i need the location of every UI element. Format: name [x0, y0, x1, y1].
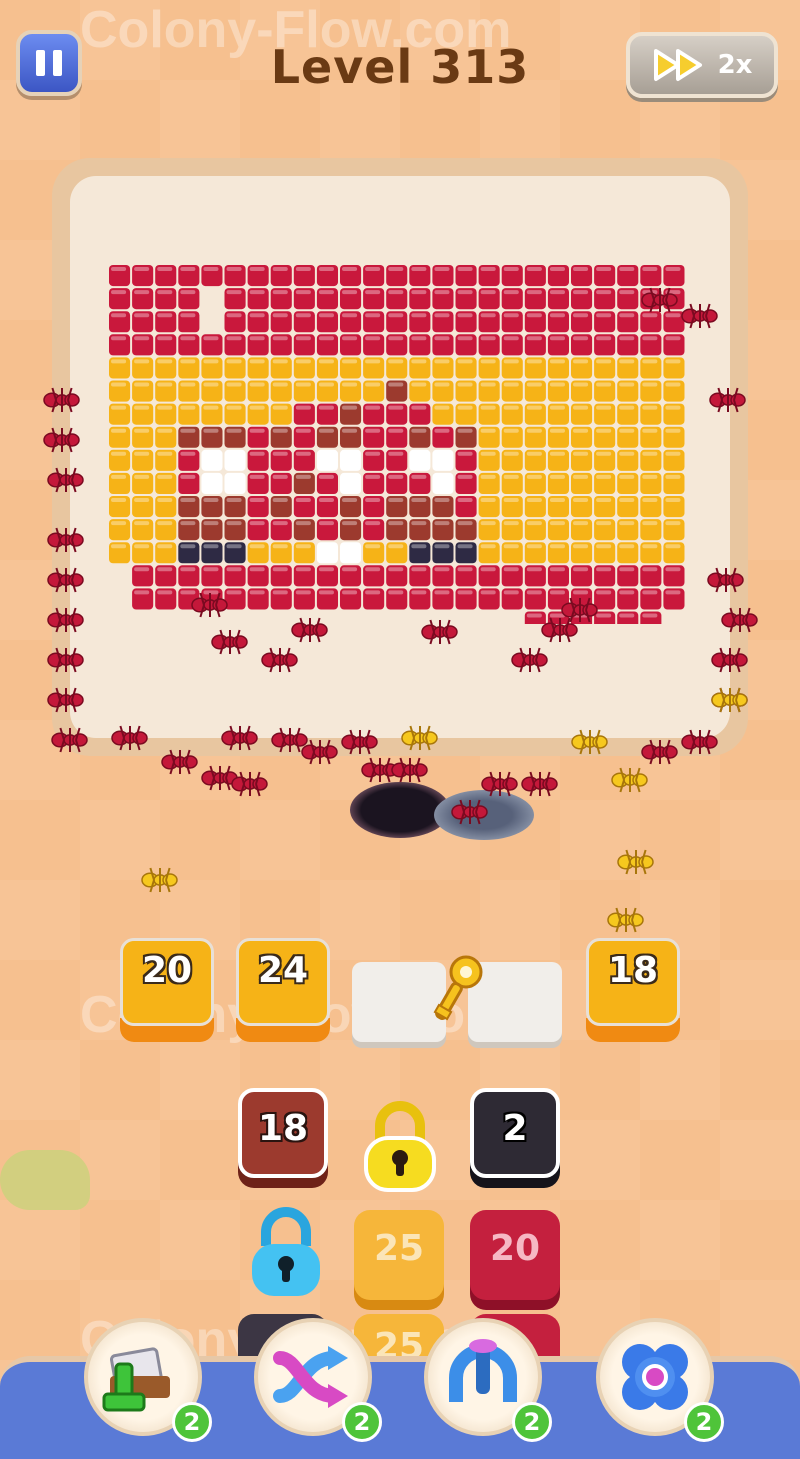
- ant-icon: [641, 287, 678, 313]
- ant-icon: [681, 303, 718, 329]
- ant-icon: [401, 725, 438, 751]
- ant-icon: [641, 739, 678, 765]
- ant-icon: [421, 619, 458, 645]
- ant-icon: [707, 567, 744, 593]
- ant-icon: [161, 749, 198, 775]
- ant-icon: [611, 767, 648, 793]
- ant-icon: [571, 729, 608, 755]
- ant-icon: [711, 687, 748, 713]
- ant-icon: [521, 771, 558, 797]
- ant-icon: [721, 607, 758, 633]
- ant-icon: [47, 567, 84, 593]
- ant-icon: [607, 907, 644, 933]
- booster-count-badge: 2: [512, 1402, 552, 1442]
- queue-block[interactable]: 2: [470, 1088, 560, 1178]
- slot-count: 20: [141, 950, 193, 991]
- ant-icon: [617, 849, 654, 875]
- ant-icon: [47, 647, 84, 673]
- ant-icon: [43, 387, 80, 413]
- ant-icon: [221, 725, 258, 751]
- ant-icon: [51, 727, 88, 753]
- ant-icon: [341, 729, 378, 755]
- ant-icon: [541, 617, 578, 643]
- ant-icon: [211, 629, 248, 655]
- ant-icon: [451, 799, 488, 825]
- ant-icon: [47, 467, 84, 493]
- key-icon: [433, 955, 483, 1021]
- ant-icon: [271, 727, 308, 753]
- ant-icon: [47, 687, 84, 713]
- ant-icon: [301, 739, 338, 765]
- queue-block[interactable]: 20: [470, 1210, 560, 1300]
- ant-icon: [191, 592, 228, 618]
- ant-icon: [511, 647, 548, 673]
- padlock-icon[interactable]: [360, 1100, 440, 1194]
- padlock-icon[interactable]: [246, 1206, 326, 1300]
- ant-icon: [47, 607, 84, 633]
- booster-count-badge: 2: [342, 1402, 382, 1442]
- ant-icon: [111, 725, 148, 751]
- leaf-decoration: [0, 1150, 90, 1210]
- booster-count-badge: 2: [684, 1402, 724, 1442]
- booster-count-badge: 2: [172, 1402, 212, 1442]
- ant-icon: [561, 597, 598, 623]
- ant-icon: [711, 647, 748, 673]
- ant-icon: [709, 387, 746, 413]
- ant-icon: [291, 617, 328, 643]
- ant-icon: [391, 757, 428, 783]
- ant-icon: [43, 427, 80, 453]
- slot-count: 18: [607, 950, 659, 991]
- ant-icon: [47, 527, 84, 553]
- queue-block[interactable]: 18: [238, 1088, 328, 1178]
- slot-count: 24: [257, 950, 309, 991]
- ant-swarm: [43, 287, 758, 933]
- ant-icon: [141, 867, 178, 893]
- ant-icon: [261, 647, 298, 673]
- queue-block[interactable]: 25: [354, 1210, 444, 1300]
- ant-icon: [481, 771, 518, 797]
- ant-icon: [681, 729, 718, 755]
